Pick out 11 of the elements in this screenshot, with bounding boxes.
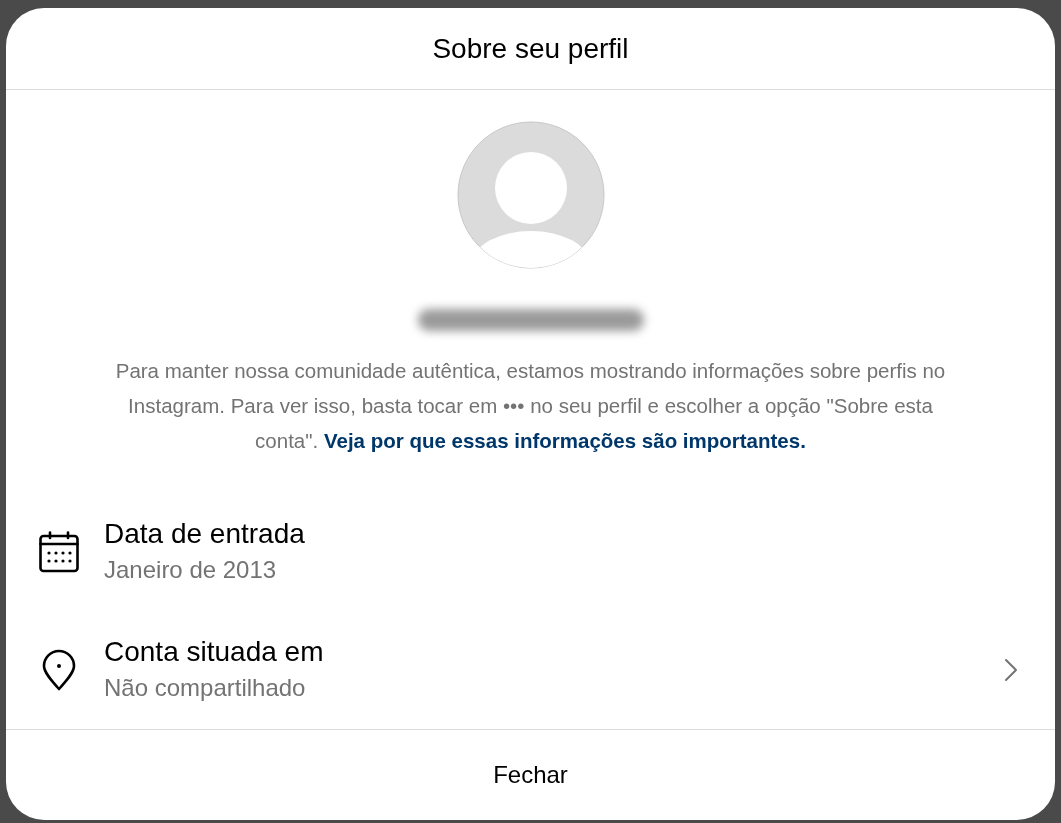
avatar-silhouette-icon	[456, 121, 605, 269]
learn-more-link[interactable]: Veja por que essas informações são importantes.	[323, 429, 806, 452]
profile-info-text: Para manter nossa comunidade autêntica, estamos mostrando informações sobre perfis no Instagram. Para ver isso, basta tocar em ••• no seu perfil e escolher a opção "Sobre esta conta". Veja por que essas informações são importantes.	[114, 358, 947, 454]
close-button[interactable]: Fechar	[489, 758, 572, 792]
chevron-right-icon[interactable]	[1004, 658, 1018, 682]
calendar-icon	[39, 531, 79, 573]
dialog-title: Sobre seu perfil	[432, 31, 629, 66]
detail-value: Janeiro de 2013	[104, 555, 277, 585]
detail-value: Não compartilhado	[104, 673, 306, 703]
detail-label: Conta situada em	[104, 635, 324, 669]
detail-label: Data de entrada	[104, 517, 305, 551]
